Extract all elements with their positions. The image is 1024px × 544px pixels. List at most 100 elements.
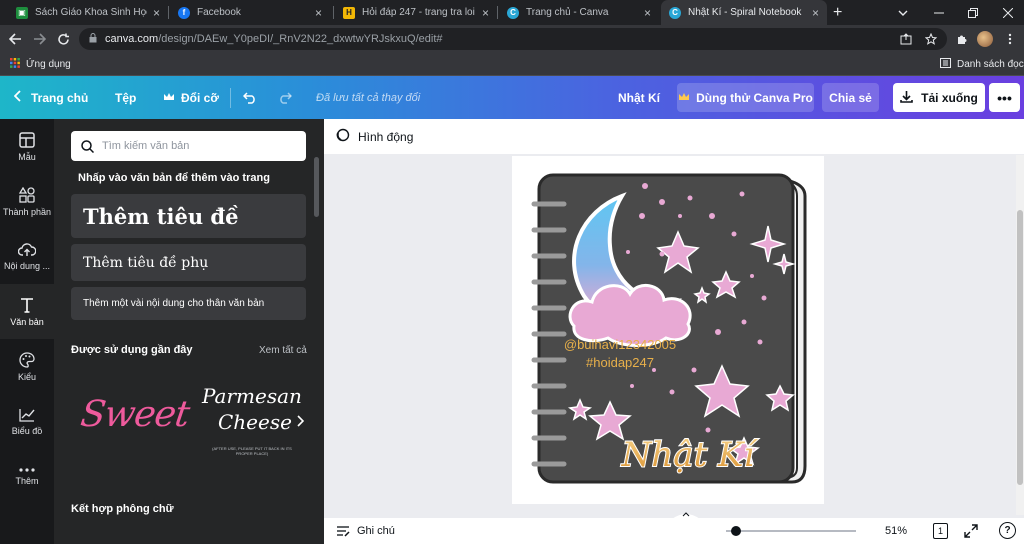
rail-label: Mẫu — [18, 151, 36, 162]
page-count-button[interactable]: 1 — [933, 523, 948, 539]
animate-icon — [336, 128, 350, 145]
close-icon[interactable]: × — [482, 6, 489, 20]
panel-scrollbar[interactable] — [314, 157, 319, 217]
rail-text[interactable]: Văn bản — [0, 284, 54, 339]
reload-icon[interactable] — [53, 29, 73, 49]
notebook-handle[interactable]: @buihavi12342005 — [564, 337, 676, 352]
forward-arrow-icon[interactable] — [29, 29, 49, 49]
tab-divider — [333, 6, 334, 19]
more-icon — [19, 467, 35, 472]
bottom-toolbar: Ghi chú 51% 1 ? — [324, 518, 1024, 544]
help-button[interactable]: ? — [999, 522, 1016, 539]
font-preview-parmesan[interactable]: Parmesan Cheese (AFTER USE, PLEASE PUT I… — [194, 374, 302, 474]
rail-label: Thành phần — [2, 206, 52, 217]
zoom-level[interactable]: 51% — [885, 525, 907, 537]
notes-icon — [336, 525, 350, 540]
rail-charts[interactable]: Biểu đồ — [0, 394, 54, 449]
notes-button[interactable]: Ghi chú — [357, 525, 395, 537]
font-parmesan-note: (AFTER USE, PLEASE PUT IT BACK IN ITS PR… — [212, 446, 292, 456]
share-page-icon[interactable] — [896, 29, 916, 49]
apps-grid-icon — [10, 57, 20, 71]
back-arrow-icon[interactable] — [5, 29, 25, 49]
close-icon[interactable]: × — [315, 6, 322, 20]
extensions-icon[interactable] — [952, 29, 972, 49]
rail-templates[interactable]: Mẫu — [0, 119, 54, 174]
bookmark-apps-label: Ứng dụng — [26, 58, 71, 70]
chevron-right-icon[interactable] — [297, 414, 305, 430]
palette-icon — [19, 351, 35, 368]
add-body-text-button[interactable]: Thêm một vài nội dung cho thân văn bản — [71, 287, 306, 320]
see-all-link[interactable]: Xem tất cả — [259, 345, 307, 356]
url-bar[interactable]: canva.com /design/DAEw_Y0peDI/_RnV2N22_d… — [79, 28, 947, 50]
reading-list[interactable]: Danh sách đọc — [940, 53, 1024, 75]
home-button[interactable]: Trang chủ — [13, 76, 89, 119]
tab-title: Hỏi đáp 247 - trang tra loi — [362, 7, 475, 18]
search-input[interactable]: Tìm kiếm văn bản — [71, 131, 306, 161]
undo-icon[interactable] — [243, 76, 258, 119]
star-bookmark-icon[interactable] — [921, 29, 941, 49]
animate-button[interactable]: Hình động — [358, 130, 413, 144]
zoom-slider[interactable] — [726, 526, 856, 536]
url-path: /design/DAEw_Y0peDI/_RnV2N22_dxwtwYRJskx… — [158, 33, 443, 45]
save-status: Đã lưu tất cả thay đổi — [316, 91, 421, 104]
close-icon[interactable]: × — [153, 6, 160, 20]
bookmark-apps[interactable]: Ứng dụng — [10, 53, 71, 75]
elements-icon — [19, 186, 35, 203]
reading-list-icon — [940, 57, 951, 71]
close-icon[interactable]: × — [644, 6, 651, 20]
minimize-icon[interactable] — [934, 0, 944, 25]
canva-icon: C — [669, 6, 681, 19]
resize-button[interactable]: Đổi cỡ — [163, 76, 219, 119]
side-rail: Mẫu Thành phần Nội dung ... Văn bản Kiểu… — [0, 119, 54, 544]
header-divider — [230, 88, 231, 108]
font-preview-sweet[interactable]: Sweet — [71, 374, 191, 474]
search-icon — [81, 139, 94, 153]
home-label: Trang chủ — [31, 90, 89, 105]
tab-hoidap[interactable]: H Hỏi đáp 247 - trang tra loi × — [335, 0, 497, 25]
font-parmesan-line2: Cheese — [218, 410, 292, 434]
design-page[interactable]: @buihavi12342005 #hoidap247 Nhật Kí — [512, 156, 824, 504]
text-panel: Tìm kiếm văn bản Nhấp vào văn bản để thê… — [54, 119, 324, 544]
file-menu[interactable]: Tệp — [115, 76, 136, 119]
rail-elements[interactable]: Thành phần — [0, 174, 54, 229]
tab-nhatki[interactable]: C Nhật Kí - Spiral Notebook × — [661, 0, 827, 25]
notebook-hashtag[interactable]: #hoidap247 — [586, 355, 654, 370]
tab-canva-home[interactable]: C Trang chủ - Canva × — [499, 0, 659, 25]
add-heading-button[interactable]: Thêm tiêu đề — [71, 194, 306, 238]
add-subheading-button[interactable]: Thêm tiêu đề phụ — [71, 244, 306, 281]
workspace-scrollbar[interactable] — [1016, 155, 1024, 515]
kebab-menu-icon[interactable] — [1000, 29, 1020, 49]
tab-sgk[interactable]: ▣ Sách Giáo Khoa Sinh Học Lớp × — [8, 0, 168, 25]
try-pro-label: Dùng thử Canva Pro — [696, 90, 813, 105]
fullscreen-icon[interactable] — [964, 524, 978, 541]
panel-hint: Nhấp vào văn bản để thêm vào trang — [78, 172, 270, 184]
lock-icon — [89, 32, 97, 46]
share-button[interactable]: Chia sẻ — [822, 83, 879, 112]
font-parmesan-line1: Parmesan — [202, 384, 302, 408]
new-tab-button[interactable]: + — [833, 0, 842, 25]
zoom-slider-handle[interactable] — [731, 526, 741, 536]
rail-styles[interactable]: Kiểu — [0, 339, 54, 394]
doc-title[interactable]: Nhật Kí — [618, 76, 660, 119]
restore-icon[interactable] — [968, 0, 978, 25]
download-button[interactable]: Tải xuống — [893, 83, 985, 112]
tab-divider — [168, 6, 169, 19]
bookmarks-bar: Ứng dụng Danh sách đọc — [0, 53, 1024, 76]
tab-facebook[interactable]: f Facebook × — [170, 0, 330, 25]
browser-tab-strip: ▣ Sách Giáo Khoa Sinh Học Lớp × f Facebo… — [0, 0, 1024, 25]
more-options-button[interactable]: ••• — [989, 83, 1020, 112]
rail-uploads[interactable]: Nội dung ... — [0, 229, 54, 284]
tab-title: Nhật Kí - Spiral Notebook — [688, 7, 802, 18]
redo-icon[interactable] — [277, 76, 292, 119]
rail-more[interactable]: Thêm — [0, 449, 54, 504]
close-icon[interactable]: × — [812, 6, 819, 20]
rail-label: Kiểu — [17, 371, 36, 382]
crown-icon — [163, 91, 175, 105]
tab-search-icon[interactable] — [898, 0, 908, 25]
notebook-title[interactable]: Nhật Kí — [620, 434, 760, 476]
font-sweet-text: Sweet — [78, 394, 192, 435]
try-pro-button[interactable]: Dùng thử Canva Pro — [677, 83, 814, 112]
notebook-illustration[interactable]: @buihavi12342005 #hoidap247 Nhật Kí — [512, 156, 824, 504]
close-window-icon[interactable] — [1003, 0, 1013, 25]
avatar[interactable] — [975, 29, 995, 49]
